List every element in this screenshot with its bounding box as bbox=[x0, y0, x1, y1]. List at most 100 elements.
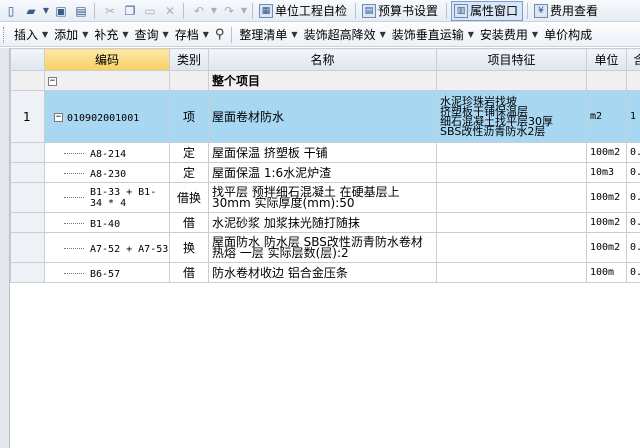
features-column-header[interactable]: 项目特征 bbox=[436, 48, 587, 71]
category-cell[interactable]: 项 bbox=[169, 90, 209, 143]
tree-line bbox=[64, 172, 84, 174]
unit-cell[interactable] bbox=[586, 70, 627, 91]
tree-line bbox=[64, 152, 84, 154]
extra-cell[interactable]: 0. bbox=[626, 232, 640, 263]
organize-list-menu[interactable]: 整理清单 ▼ bbox=[236, 26, 300, 43]
copy-icon[interactable]: ❐ bbox=[121, 2, 139, 20]
unit-column-header[interactable]: 单位 bbox=[586, 48, 627, 71]
name-cell[interactable]: 屋面卷材防水 bbox=[208, 90, 437, 143]
sub-row[interactable]: B6-57 借 防水卷材收边 铝合金压条 100m 0. bbox=[10, 262, 640, 283]
extra-column-header[interactable]: 含 bbox=[626, 48, 640, 71]
sub-row[interactable]: A8-230 定 屋面保温 1:6水泥炉渣 10m3 0. bbox=[10, 162, 640, 183]
unit-cell[interactable]: 100m2 bbox=[586, 142, 627, 163]
store-menu[interactable]: 存档 ▼ bbox=[172, 26, 212, 43]
fee-query-button[interactable]: ¥ 费用查看 bbox=[532, 1, 602, 21]
features-cell[interactable] bbox=[436, 142, 587, 163]
extra-cell[interactable] bbox=[626, 70, 640, 91]
sub-row[interactable]: B1-40 借 水泥砂浆 加浆抹光随打随抹 100m2 0. bbox=[10, 212, 640, 233]
code-cell[interactable]: −010902001001 bbox=[44, 90, 170, 143]
find-binoculars-icon[interactable]: ⚲ bbox=[215, 27, 225, 42]
unit-cell[interactable]: 100m2 bbox=[586, 212, 627, 233]
undo-icon[interactable]: ↶ bbox=[190, 2, 208, 20]
install-fee-menu[interactable]: 安装费用 ▼ bbox=[477, 26, 541, 43]
features-cell[interactable] bbox=[436, 212, 587, 233]
supplement-menu[interactable]: 补充 ▼ bbox=[91, 26, 131, 43]
features-cell[interactable] bbox=[436, 70, 587, 91]
self-check-button[interactable]: ▦ 单位工程自检 bbox=[257, 1, 351, 21]
name-cell[interactable]: 屋面保温 挤塑板 干铺 bbox=[208, 142, 437, 163]
redo-dropdown-icon[interactable]: ▼ bbox=[240, 2, 248, 20]
extra-cell[interactable]: 1 bbox=[626, 90, 640, 143]
code-cell[interactable]: − bbox=[44, 70, 170, 91]
sub-code: B1-33 + B1-34 * 4 bbox=[90, 186, 157, 209]
extra-cell[interactable]: 0. bbox=[626, 142, 640, 163]
open-folder-icon[interactable]: ▰ bbox=[22, 2, 40, 20]
undo-dropdown-icon[interactable]: ▼ bbox=[210, 2, 218, 20]
unit-cell[interactable]: 10m3 bbox=[586, 162, 627, 183]
sub-row[interactable]: A7-52 + A7-53 换 屋面防水 防水层 SBS改性沥青防水卷材 热熔 … bbox=[10, 232, 640, 263]
sub-row[interactable]: A8-214 定 屋面保温 挤塑板 干铺 100m2 0. bbox=[10, 142, 640, 163]
category-cell[interactable]: 借换 bbox=[169, 182, 209, 213]
code-cell[interactable]: B6-57 bbox=[44, 262, 170, 283]
delete-icon[interactable]: ✕ bbox=[161, 2, 179, 20]
unit-cell[interactable]: 100m2 bbox=[586, 232, 627, 263]
dropdown-arrow-icon[interactable]: ▼ bbox=[42, 2, 50, 20]
save-all-icon[interactable]: ▤ bbox=[72, 2, 90, 20]
features-cell[interactable] bbox=[436, 162, 587, 183]
group-row[interactable]: − 整个项目 bbox=[10, 70, 640, 91]
new-file-icon[interactable]: ▯ bbox=[2, 2, 20, 20]
property-window-icon: ▥ bbox=[454, 3, 469, 18]
code-column-header[interactable]: 编码 bbox=[44, 48, 170, 71]
save-icon[interactable]: ▣ bbox=[52, 2, 70, 20]
row-number-header[interactable] bbox=[10, 48, 45, 71]
features-cell[interactable] bbox=[436, 182, 587, 213]
code-cell[interactable]: A7-52 + A7-53 bbox=[44, 232, 170, 263]
query-menu[interactable]: 查询 ▼ bbox=[132, 26, 172, 43]
code-cell[interactable]: A8-214 bbox=[44, 142, 170, 163]
budget-settings-button[interactable]: ▤ 预算书设置 bbox=[360, 1, 442, 21]
category-cell[interactable]: 定 bbox=[169, 162, 209, 183]
name-cell[interactable]: 屋面防水 防水层 SBS改性沥青防水卷材 热熔 一层 实际层数(层):2 bbox=[208, 232, 437, 263]
code-cell[interactable]: A8-230 bbox=[44, 162, 170, 183]
category-cell[interactable]: 换 bbox=[169, 232, 209, 263]
self-check-label: 单位工程自检 bbox=[275, 4, 348, 18]
name-cell[interactable]: 屋面保温 1:6水泥炉渣 bbox=[208, 162, 437, 183]
features-cell[interactable]: 水泥珍珠岩找坡 挤塑板干铺保温层 细石混凝土找平层30厚 SBS改性沥青防水2层 bbox=[436, 90, 587, 143]
name-column-header[interactable]: 名称 bbox=[208, 48, 437, 71]
collapse-icon[interactable]: − bbox=[54, 112, 63, 122]
unit-cell[interactable]: m2 bbox=[586, 90, 627, 143]
name-cell[interactable]: 找平层 预拌细石混凝土 在硬基层上 30mm 实际厚度(mm):50 bbox=[208, 182, 437, 213]
name-cell[interactable]: 水泥砂浆 加浆抹光随打随抹 bbox=[208, 212, 437, 233]
item-row[interactable]: 1 −010902001001 项 屋面卷材防水 水泥珍珠岩找坡 挤塑板干铺保温… bbox=[10, 90, 640, 143]
property-window-button[interactable]: ▥ 属性窗口 bbox=[451, 0, 524, 21]
category-cell[interactable]: 借 bbox=[169, 212, 209, 233]
extra-cell[interactable]: 0. bbox=[626, 262, 640, 283]
toolbar-separator bbox=[94, 2, 95, 19]
category-column-header[interactable]: 类别 bbox=[169, 48, 209, 71]
unit-cell[interactable]: 100m bbox=[586, 262, 627, 283]
unit-cell[interactable]: 100m2 bbox=[586, 182, 627, 213]
name-cell[interactable]: 整个项目 bbox=[208, 70, 437, 91]
collapse-icon[interactable]: − bbox=[48, 76, 57, 86]
category-cell[interactable] bbox=[169, 70, 209, 91]
decor-vertical-transport-menu[interactable]: 装饰垂直运输 ▼ bbox=[389, 26, 477, 43]
category-cell[interactable]: 借 bbox=[169, 262, 209, 283]
name-cell[interactable]: 防水卷材收边 铝合金压条 bbox=[208, 262, 437, 283]
toolbar-grip[interactable] bbox=[3, 26, 7, 43]
extra-cell[interactable]: 0. bbox=[626, 162, 640, 183]
code-cell[interactable]: B1-33 + B1-34 * 4 bbox=[44, 182, 170, 213]
category-cell[interactable]: 定 bbox=[169, 142, 209, 163]
features-cell[interactable] bbox=[436, 232, 587, 263]
redo-icon[interactable]: ↷ bbox=[220, 2, 238, 20]
unit-price-composition-menu[interactable]: 单价构成 bbox=[541, 26, 595, 43]
code-cell[interactable]: B1-40 bbox=[44, 212, 170, 233]
extra-cell[interactable]: 0. bbox=[626, 212, 640, 233]
features-cell[interactable] bbox=[436, 262, 587, 283]
sub-row[interactable]: B1-33 + B1-34 * 4 借换 找平层 预拌细石混凝土 在硬基层上 3… bbox=[10, 182, 640, 213]
add-menu[interactable]: 添加 ▼ bbox=[51, 26, 91, 43]
insert-menu[interactable]: 插入 ▼ bbox=[11, 26, 51, 43]
decor-height-reduction-menu[interactable]: 装饰超高降效 ▼ bbox=[301, 26, 389, 43]
paste-icon[interactable]: ▭ bbox=[141, 2, 159, 20]
cut-icon[interactable]: ✂ bbox=[101, 2, 119, 20]
extra-cell[interactable]: 0. bbox=[626, 182, 640, 213]
